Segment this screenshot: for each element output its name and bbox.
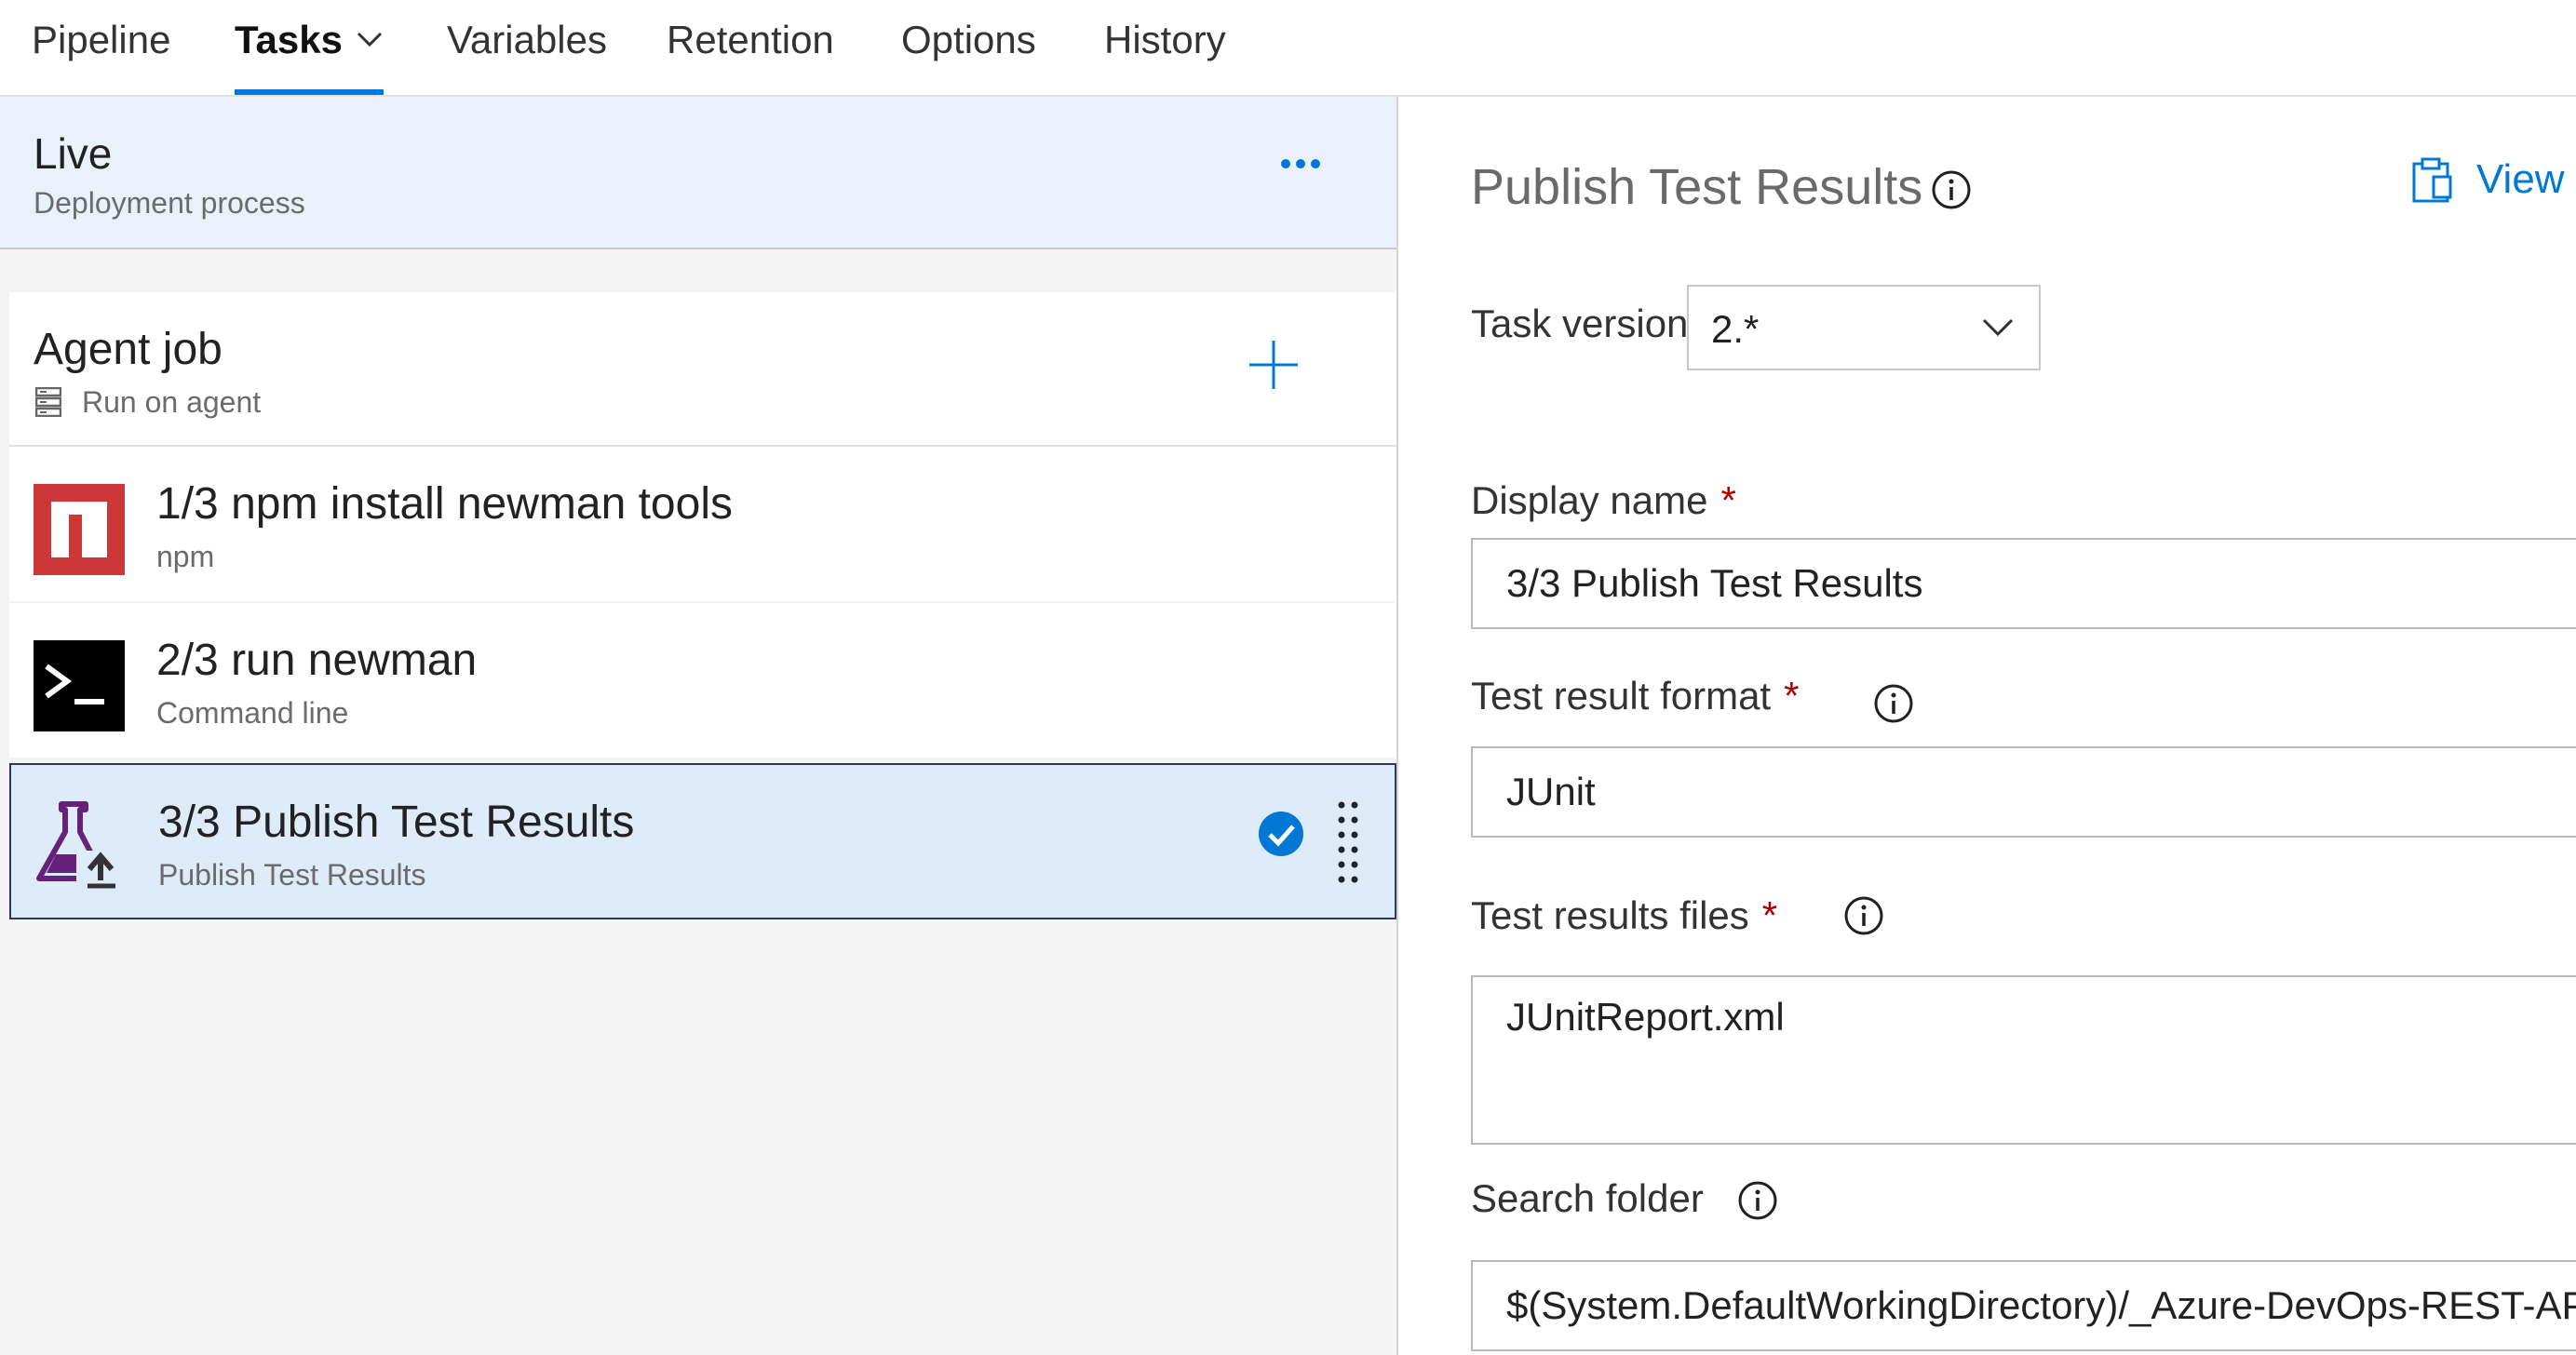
agent-job-title: Agent job — [34, 325, 223, 374]
task-item-command-line[interactable]: 2/3 run newman Command line — [9, 603, 1396, 758]
tab-history[interactable]: History — [1104, 0, 1226, 95]
checkmark-circle-icon — [1259, 812, 1303, 856]
task-subtitle: Command line — [156, 696, 349, 730]
plus-icon[interactable] — [1248, 339, 1300, 391]
tab-pipeline[interactable]: Pipeline — [32, 0, 170, 95]
tab-label: Tasks — [235, 18, 343, 61]
required-marker: * — [1761, 893, 1778, 937]
info-icon[interactable] — [1931, 169, 1972, 210]
chevron-down-icon — [1982, 318, 2014, 337]
process-pane: Live Deployment process Agent job Run on… — [0, 97, 1398, 1355]
task-title: 1/3 npm install newman tools — [156, 479, 733, 529]
server-icon — [35, 387, 61, 417]
clipboard-icon[interactable] — [2411, 156, 2454, 205]
flask-upload-icon — [36, 801, 125, 890]
tab-tasks[interactable]: Tasks — [235, 0, 384, 95]
test-results-files-label-text: Test results files — [1471, 893, 1749, 937]
test-result-format-field[interactable] — [1471, 746, 2576, 838]
npm-icon — [34, 484, 125, 575]
test-results-files-field[interactable]: JUnitReport.xml — [1471, 975, 2576, 1145]
test-results-files-label: Test results files * — [1471, 893, 1777, 938]
search-folder-field[interactable] — [1471, 1260, 2576, 1351]
search-folder-label: Search folder — [1471, 1176, 1704, 1220]
task-version-select[interactable]: 2.* — [1687, 285, 2041, 370]
ellipsis-icon[interactable] — [1279, 153, 1322, 175]
required-marker: * — [1784, 674, 1800, 718]
agent-job-subtitle: Run on agent — [82, 385, 262, 419]
display-name-label-text: Display name — [1471, 478, 1708, 522]
task-item-publish-test-results[interactable]: 3/3 Publish Test Results Publish Test Re… — [9, 763, 1396, 919]
info-icon[interactable] — [1873, 683, 1914, 724]
tab-label: Options — [901, 18, 1036, 61]
required-marker: * — [1720, 478, 1736, 522]
task-subtitle: Publish Test Results — [158, 858, 426, 892]
terminal-icon — [34, 640, 125, 731]
agent-job[interactable]: Agent job Run on agent — [9, 292, 1396, 447]
display-name-label: Display name * — [1471, 478, 1736, 523]
task-title: 3/3 Publish Test Results — [158, 798, 635, 847]
stage-header[interactable]: Live Deployment process — [0, 97, 1396, 249]
stage-title: Live — [34, 129, 113, 178]
task-subtitle: npm — [156, 540, 215, 573]
task-title: 2/3 run newman — [156, 636, 478, 685]
tab-label: Retention — [667, 18, 834, 61]
task-item-npm[interactable]: 1/3 npm install newman tools npm — [9, 447, 1396, 601]
task-version-value: 2.* — [1711, 307, 1760, 351]
tab-label: Variables — [447, 18, 607, 61]
view-yaml-link[interactable]: View Y — [2476, 156, 2576, 203]
test-result-format-label-text: Test result format — [1471, 674, 1772, 718]
display-name-field[interactable] — [1471, 538, 2576, 629]
detail-title: Publish Test Results — [1471, 159, 1923, 215]
chevron-down-icon — [357, 32, 383, 47]
tab-label: History — [1104, 18, 1226, 61]
stage-subtitle: Deployment process — [34, 186, 305, 220]
tab-options[interactable]: Options — [901, 0, 1036, 95]
drag-handle-icon[interactable] — [1337, 800, 1359, 884]
info-icon[interactable] — [1843, 895, 1884, 936]
tab-variables[interactable]: Variables — [447, 0, 607, 95]
test-result-format-label: Test result format * — [1471, 674, 1799, 718]
tab-label: Pipeline — [32, 18, 171, 61]
task-detail-pane: Publish Test Results View Y Task version… — [1398, 97, 2576, 1355]
info-icon[interactable] — [1737, 1180, 1778, 1221]
task-version-label: Task version — [1471, 302, 1689, 345]
top-navigation: Pipeline Tasks Variables Retention Optio… — [0, 0, 2576, 97]
tab-retention[interactable]: Retention — [667, 0, 834, 95]
